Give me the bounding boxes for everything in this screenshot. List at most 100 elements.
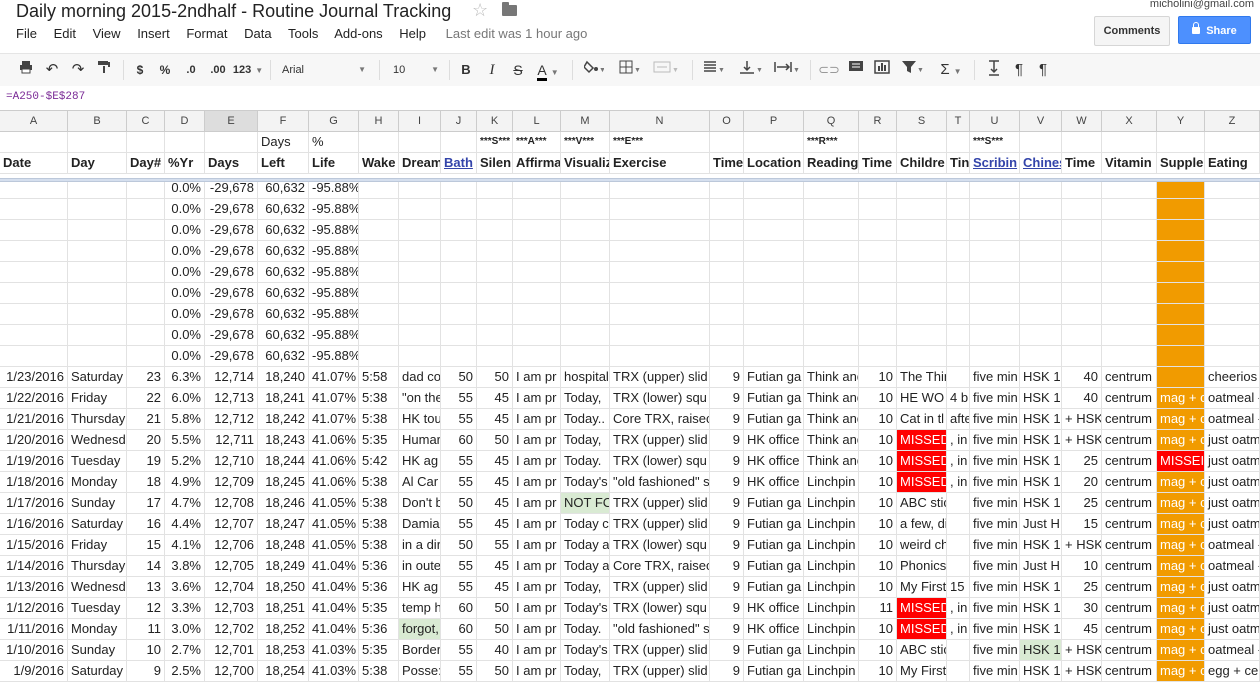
cell-E[interactable]: 12,703: [205, 598, 258, 619]
cell-C[interactable]: [127, 132, 165, 153]
cell-I[interactable]: Al Car: [399, 472, 441, 493]
cell-F[interactable]: 60,632: [258, 283, 309, 304]
cell-L[interactable]: [513, 304, 561, 325]
filter-icon[interactable]: ▼: [898, 60, 926, 80]
cell-M[interactable]: [561, 199, 610, 220]
cell-I[interactable]: [399, 241, 441, 262]
cell-Y[interactable]: mag + c: [1157, 556, 1205, 577]
cell-Z[interactable]: [1205, 325, 1260, 346]
cell-B[interactable]: Wednesd: [68, 577, 127, 598]
cell-J[interactable]: 55: [441, 451, 477, 472]
cell-H[interactable]: [359, 283, 399, 304]
cell-B[interactable]: [68, 346, 127, 367]
cell-Q[interactable]: Linchpin: [804, 577, 859, 598]
cell-V[interactable]: HSK 1: [1020, 577, 1062, 598]
cell-U[interactable]: five min: [970, 409, 1020, 430]
cell-U[interactable]: five min: [970, 472, 1020, 493]
cell-O[interactable]: 9: [710, 556, 744, 577]
cell-U[interactable]: [970, 304, 1020, 325]
cell-D[interactable]: 0.0%: [165, 220, 205, 241]
cell-I[interactable]: [399, 132, 441, 153]
cell-J[interactable]: [441, 199, 477, 220]
cell-R[interactable]: 10: [859, 577, 897, 598]
cell-L[interactable]: Affirma: [513, 153, 561, 174]
cell-G[interactable]: -95.88%: [309, 304, 359, 325]
cell-G[interactable]: 41.04%: [309, 577, 359, 598]
cell-E[interactable]: 12,708: [205, 493, 258, 514]
cell-J[interactable]: 55: [441, 514, 477, 535]
cell-I[interactable]: [399, 304, 441, 325]
cell-N[interactable]: "old fashioned" s: [610, 619, 710, 640]
cell-Y[interactable]: [1157, 346, 1205, 367]
cell-K[interactable]: 45: [477, 577, 513, 598]
cell-H[interactable]: [359, 304, 399, 325]
cell-I[interactable]: [399, 262, 441, 283]
menu-addons[interactable]: Add-ons: [334, 26, 382, 41]
cell-I[interactable]: HK ag: [399, 577, 441, 598]
cell-E[interactable]: 12,706: [205, 535, 258, 556]
cell-S[interactable]: [897, 132, 947, 153]
cell-R[interactable]: [859, 262, 897, 283]
cell-M[interactable]: Today,: [561, 577, 610, 598]
cell-V[interactable]: [1020, 262, 1062, 283]
cell-D[interactable]: 4.7%: [165, 493, 205, 514]
cell-T[interactable]: , in: [947, 619, 970, 640]
cell-F[interactable]: Left: [258, 153, 309, 174]
cell-Q[interactable]: Think and: [804, 430, 859, 451]
cell-X[interactable]: centrum: [1102, 598, 1157, 619]
cell-C[interactable]: 17: [127, 493, 165, 514]
cell-K[interactable]: [477, 325, 513, 346]
cell-Q[interactable]: Think and: [804, 409, 859, 430]
cell-X[interactable]: centrum: [1102, 388, 1157, 409]
cell-M[interactable]: [561, 241, 610, 262]
cell-E[interactable]: 12,701: [205, 640, 258, 661]
column-header-Z[interactable]: Z: [1205, 111, 1260, 132]
cell-V[interactable]: [1020, 132, 1062, 153]
cell-B[interactable]: [68, 283, 127, 304]
cell-H[interactable]: 5:58: [359, 367, 399, 388]
cell-J[interactable]: [441, 325, 477, 346]
cell-V[interactable]: HSK 1: [1020, 640, 1062, 661]
cell-R[interactable]: 11: [859, 598, 897, 619]
cell-P[interactable]: [744, 132, 804, 153]
cell-R[interactable]: 10: [859, 514, 897, 535]
cell-N[interactable]: "old fashioned" s: [610, 472, 710, 493]
cell-V[interactable]: Chines: [1020, 153, 1062, 174]
cell-D[interactable]: 3.8%: [165, 556, 205, 577]
cell-K[interactable]: [477, 199, 513, 220]
column-header-V[interactable]: V: [1020, 111, 1062, 132]
cell-A[interactable]: 1/20/2016: [0, 430, 68, 451]
cell-D[interactable]: 3.0%: [165, 619, 205, 640]
cell-G[interactable]: 41.04%: [309, 598, 359, 619]
text-wrapping-icon[interactable]: ▼: [772, 60, 802, 80]
cell-C[interactable]: 20: [127, 430, 165, 451]
cell-T[interactable]: 4 b: [947, 388, 970, 409]
cell-P[interactable]: HK office: [744, 598, 804, 619]
cell-K[interactable]: 45: [477, 556, 513, 577]
cell-O[interactable]: [710, 262, 744, 283]
cell-A[interactable]: [0, 220, 68, 241]
cell-M[interactable]: Today's: [561, 640, 610, 661]
cell-G[interactable]: -95.88%: [309, 262, 359, 283]
cell-S[interactable]: ABC sticker: [897, 493, 947, 514]
cell-D[interactable]: %Yr: [165, 153, 205, 174]
cell-E[interactable]: -29,678: [205, 220, 258, 241]
cell-Q[interactable]: Linchpin: [804, 493, 859, 514]
cell-I[interactable]: [399, 199, 441, 220]
cell-U[interactable]: [970, 346, 1020, 367]
cell-W[interactable]: 25: [1062, 493, 1102, 514]
cell-G[interactable]: 41.06%: [309, 472, 359, 493]
cell-X[interactable]: [1102, 262, 1157, 283]
cell-R[interactable]: [859, 304, 897, 325]
cell-D[interactable]: 3.3%: [165, 598, 205, 619]
cell-Z[interactable]: just oatm: [1205, 430, 1260, 451]
column-header-I[interactable]: I: [399, 111, 441, 132]
cell-L[interactable]: I am pr: [513, 577, 561, 598]
cell-G[interactable]: 41.05%: [309, 535, 359, 556]
cell-S[interactable]: [897, 241, 947, 262]
cell-R[interactable]: 10: [859, 493, 897, 514]
cell-Q[interactable]: [804, 325, 859, 346]
chart-icon[interactable]: [872, 60, 892, 80]
cell-N[interactable]: TRX (upper) slid: [610, 430, 710, 451]
cell-W[interactable]: + HSK: [1062, 535, 1102, 556]
